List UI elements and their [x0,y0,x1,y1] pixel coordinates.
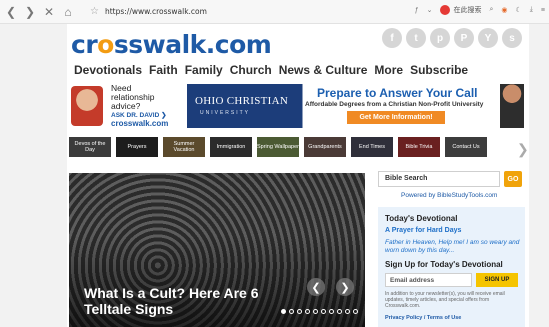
podcast-icon[interactable]: p [430,28,450,48]
search-engine-chip[interactable]: 在此搜索 [440,5,481,15]
slide-dot[interactable] [305,309,310,314]
category-tile[interactable]: Devos of the Day [69,137,111,157]
more-icon[interactable]: ≡ [541,7,545,14]
category-tile[interactable]: Bible Trivia [398,137,440,157]
night-mode-icon[interactable]: ☾ [516,6,522,14]
menu-chevron-icon[interactable]: ⌄ [427,6,433,14]
nav-subscribe[interactable]: Subscribe [410,63,468,77]
extension-icon[interactable]: ƒ [415,7,419,14]
home-icon[interactable]: ⌂ [60,4,76,20]
ad-ask-link[interactable]: ASK DR. DAVID ❯ [111,111,167,119]
bible-search-go-button[interactable]: GO [504,171,522,187]
ad-subline: Affordable Degrees from a Christian Non-… [305,101,484,108]
devotional-heading: Today's Devotional [385,214,458,223]
slide-dot[interactable] [337,309,342,314]
twitter-icon[interactable]: t [406,28,426,48]
slide-dot[interactable] [353,309,358,314]
search-engine-icon [440,5,451,15]
signup-fine-print: In addition to your newsletter(s), you w… [385,291,505,310]
ad-school-sub: UNIVERSITY [200,110,251,116]
hero-title[interactable]: What Is a Cult? Here Are 6 Telltale Sign… [84,285,304,317]
ad-brand: crosswalk.com [111,119,169,128]
logo-o: o [97,30,114,59]
hero-slide[interactable]: What Is a Cult? Here Are 6 Telltale Sign… [69,173,365,327]
forward-icon[interactable]: ❯ [22,4,38,20]
signup-heading: Sign Up for Today's Devotional [385,260,503,269]
devotional-excerpt[interactable]: Father in Heaven, Help me! I am so weary… [385,239,520,255]
slide-prev-icon[interactable]: ❮ [307,278,325,296]
category-tile[interactable]: End Times [351,137,393,157]
bookmark-star-icon[interactable]: ☆ [90,6,99,17]
logo-text-part: cr [71,30,98,59]
slide-dot[interactable] [281,309,286,314]
slide-dot[interactable] [321,309,326,314]
ad-ask-dr-david[interactable]: Need relationship advice? ASK DR. DAVID … [69,84,179,128]
browser-toolbar: ❮ ❯ ✕ ⌂ ☆ https://www.crosswalk.com ƒ ⌄ … [0,0,549,24]
ad-person-image [500,84,524,128]
ad-school-name: OHIO CHRISTIAN [195,95,289,107]
download-icon[interactable]: ⤓ [530,6,533,14]
category-tile[interactable]: Summer Vacation [163,137,205,157]
address-bar[interactable]: https://www.crosswalk.com [105,7,207,16]
back-icon[interactable]: ❮ [3,4,19,20]
ad-ohio-christian[interactable]: OHIO CHRISTIAN UNIVERSITY Prepare to Ans… [187,84,527,128]
nav-family[interactable]: Family [185,63,223,77]
signup-button[interactable]: SIGN UP [476,273,518,287]
ad-question: Need relationship advice? [111,84,154,111]
nav-devotionals[interactable]: Devotionals [74,63,142,77]
slide-dots [281,309,358,314]
site-search-icon[interactable]: s [502,28,522,48]
nav-more[interactable]: More [374,63,403,77]
search-icon[interactable]: ⌕ [489,6,493,14]
main-navigation: Devotionals Faith Family Church News & C… [74,63,468,77]
nav-news-culture[interactable]: News & Culture [279,63,368,77]
powered-by-link[interactable]: Powered by BibleStudyTools.com [401,192,497,199]
site-logo[interactable]: crosswalk.com [71,30,272,59]
search-engine-label: 在此搜索 [453,6,482,14]
close-icon[interactable]: ✕ [41,4,57,20]
bible-search-input[interactable]: Bible Search [378,171,500,187]
nav-faith[interactable]: Faith [149,63,178,77]
pinterest-icon[interactable]: P [454,28,474,48]
category-tile[interactable]: Grandparents [304,137,346,157]
ad-headline: Prepare to Answer Your Call [317,86,478,100]
email-field[interactable]: Email address [385,273,472,287]
slide-dot[interactable] [329,309,334,314]
category-tile[interactable]: Prayers [116,137,158,157]
browser-right-controls: ƒ ⌄ 在此搜索 ⌕ ◉ ☾ ⤓ ≡ [415,5,545,15]
slide-dot[interactable] [345,309,350,314]
slide-dot[interactable] [313,309,318,314]
ad-line: advice? [111,101,141,111]
chevron-right-icon[interactable]: ❯ [517,141,529,158]
logo-text-part: sswalk.com [113,30,272,59]
slide-next-icon[interactable]: ❯ [336,278,354,296]
social-icons: f t p P Y s [382,28,522,48]
category-carousel: Devos of the Day Prayers Summer Vacation Im… [69,137,487,157]
nav-church[interactable]: Church [230,63,272,77]
slide-dot[interactable] [289,309,294,314]
youtube-icon[interactable]: Y [478,28,498,48]
devotional-title[interactable]: A Prayer for Hard Days [385,227,461,234]
devotional-box: Today's Devotional A Prayer for Hard Day… [378,207,525,327]
web-page: crosswalk.com f t p P Y s Devotionals Fa… [67,24,529,327]
ad-cta-button[interactable]: Get More Information! [347,111,445,124]
facebook-icon[interactable]: f [382,28,402,48]
category-tile[interactable]: Contact Us [445,137,487,157]
slide-dot[interactable] [297,309,302,314]
privacy-policy-link[interactable]: Privacy Policy / Terms of Use [385,315,461,321]
category-tile[interactable]: Spring Wallpaper [257,137,299,157]
category-tile[interactable]: Immigration [210,137,252,157]
dr-david-photo [71,86,103,126]
game-icon[interactable]: ◉ [501,6,507,14]
